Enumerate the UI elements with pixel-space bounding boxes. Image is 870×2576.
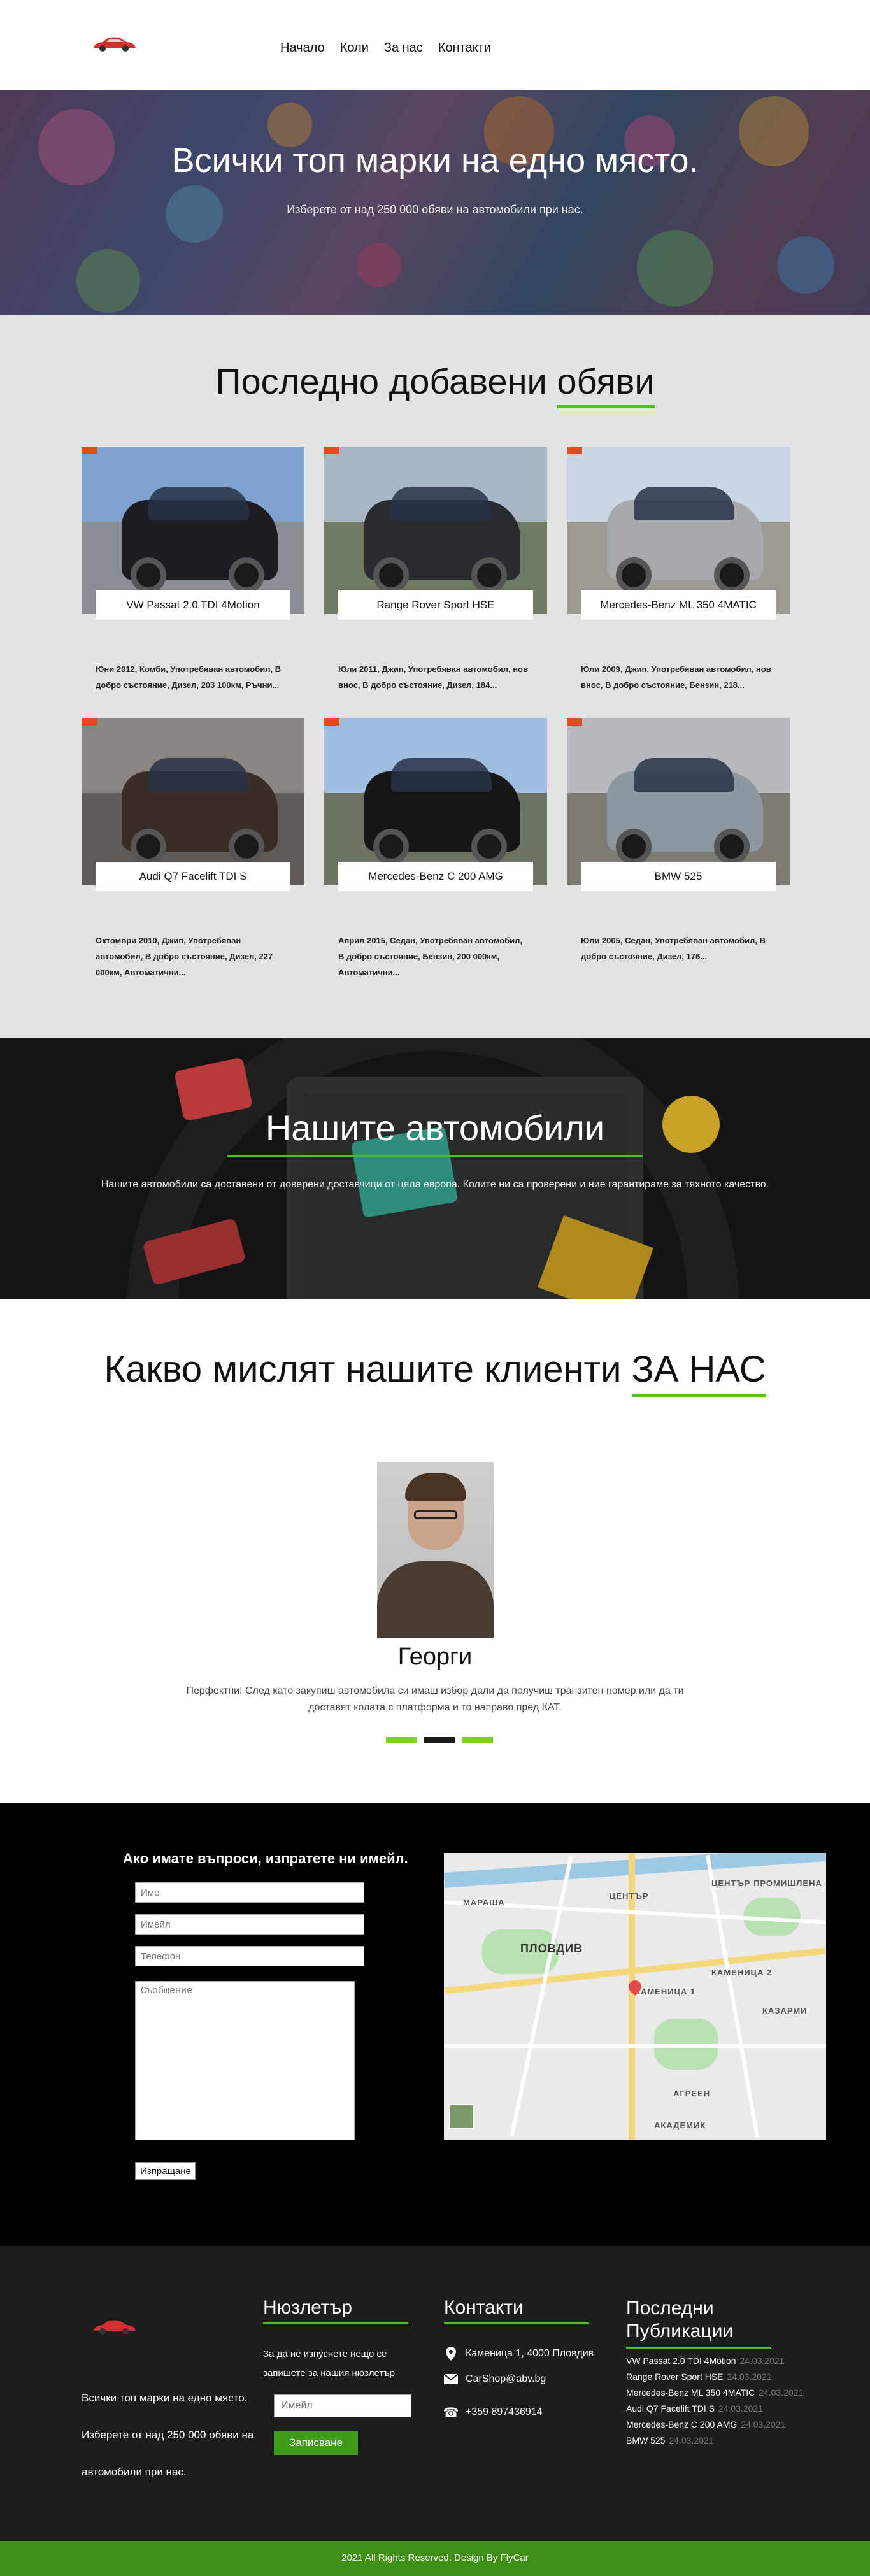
listing-card[interactable]: VW Passat 2.0 TDI 4Motion Юни 2012, Комб… [82,447,304,697]
envelope-icon [444,2372,458,2386]
publication-date: 24.03.2021 [741,2419,786,2429]
publication-item[interactable]: Mercedes-Benz C 200 AMG 24.03.2021 [626,2417,811,2433]
footer-about-text: Всички топ марки на едно място. Изберете… [82,2392,254,2478]
contact-section: Ако имате въпроси, изпратете ни имейл. И… [0,1803,870,2246]
testimonials-title: Какво мислят нашите клиенти ЗА НАС [104,1349,766,1397]
phone-icon: ☎ [443,2405,459,2420]
listing-description: Юли 2011, Джип, Употребяван автомобил, н… [338,664,528,690]
hero-banner: Всички топ марки на едно място. Изберете… [0,90,870,315]
site-header: Начало Коли За нас Контакти [0,0,870,90]
listing-description: Юли 2009, Джип, Употребяван автомобил, н… [581,664,771,690]
carousel-dot-1[interactable] [386,1737,417,1743]
car-logo-icon[interactable] [91,2318,137,2336]
listing-description: Април 2015, Седан, Употребяван автомобил… [338,936,523,977]
name-field[interactable] [135,1882,364,1903]
newsletter-text: За да не изпуснете нещо се запишете за н… [263,2349,395,2379]
publication-date: 24.03.2021 [669,2435,714,2445]
publication-item[interactable]: Audi Q7 Facelift TDI S 24.03.2021 [626,2401,811,2417]
hero-subtitle: Изберете от над 250 000 обяви на автомоб… [287,203,583,216]
listing-card[interactable]: Mercedes-Benz ML 350 4MATIC Юли 2009, Дж… [567,447,790,697]
listing-title[interactable]: VW Passat 2.0 TDI 4Motion [96,590,290,620]
listing-card[interactable]: Audi Q7 Facelift TDI S Октомври 2010, Дж… [82,718,304,977]
main-nav: Начало Коли За нас Контакти [280,41,491,55]
newsletter-title: Нюзлетър [263,2297,408,2324]
listing-description: Октомври 2010, Джип, Употребяван автомоб… [96,936,273,977]
listing-photo[interactable] [82,718,304,885]
listing-description: Юли 2005, Седан, Употребяван автомобил, … [581,936,766,961]
carousel-dots [386,1737,493,1743]
listing-card[interactable]: BMW 525 Юли 2005, Седан, Употребяван авт… [567,718,790,968]
footer-phone[interactable]: +359 897436914 [466,2407,543,2418]
location-map[interactable]: МАРАША ЦЕНТЪР ПЛОВДИВ КАМЕНИЦА 1 КАМЕНИЦ… [444,1853,826,2140]
customer-quote: Перфектни! След като закупиш автомобила … [186,1685,684,1713]
listing-photo[interactable] [567,718,790,885]
listing-badge [324,447,339,454]
listing-badge [82,447,97,454]
our-cars-text: Нашите автомобили са доставени от довере… [101,1179,769,1190]
nav-link-about[interactable]: За нас [384,41,423,55]
hero-title: Всички топ марки на едно място. [171,141,699,180]
listing-badge [324,718,339,726]
customer-name: Георги [397,1643,473,1670]
map-satellite-toggle[interactable] [449,2104,474,2129]
publication-date: 24.03.2021 [718,2403,763,2414]
our-cars-banner: Нашите автомобили Нашите автомобили са д… [0,1038,870,1299]
listing-photo[interactable] [82,447,304,614]
testimonials-section: Какво мислят нашите клиенти ЗА НАС Георг… [0,1299,870,1803]
footer-email[interactable]: CarShop@abv.bg [466,2373,546,2385]
carousel-dot-2[interactable] [424,1737,455,1743]
phone-field[interactable] [135,1946,364,1966]
carousel-dot-3[interactable] [462,1737,493,1743]
contacts-title: Контакти [444,2297,589,2324]
publication-date: 24.03.2021 [727,2372,772,2382]
nav-link-contacts[interactable]: Контакти [438,41,491,55]
publications-list: VW Passat 2.0 TDI 4Motion 24.03.2021 Rang… [626,2353,811,2449]
contact-heading: Ако имате въпроси, изпратете ни имейл. [123,1850,408,1866]
site-footer: Всички топ марки на едно място. Изберете… [0,2246,870,2541]
car-logo-icon[interactable] [91,35,137,53]
listing-badge [567,718,582,726]
publication-date: 24.03.2021 [759,2387,804,2398]
our-cars-title: Нашите автомобили [227,1107,643,1157]
message-field[interactable] [135,1981,355,2140]
newsletter-subscribe-button[interactable]: Записване [274,2431,358,2455]
listing-title[interactable]: Mercedes-Benz C 200 AMG [338,862,533,891]
publication-date: 24.03.2021 [739,2356,785,2366]
nav-link-cars[interactable]: Коли [340,41,369,55]
customer-photo [377,1462,494,1638]
listing-badge [82,718,97,726]
publication-item[interactable]: Range Rover Sport HSE 24.03.2021 [626,2369,811,2385]
listing-photo[interactable] [324,718,547,885]
listing-title[interactable]: Mercedes-Benz ML 350 4MATIC [581,590,776,620]
listing-cards-grid: VW Passat 2.0 TDI 4Motion Юни 2012, Комб… [82,447,790,977]
publication-item[interactable]: VW Passat 2.0 TDI 4Motion 24.03.2021 [626,2353,811,2369]
email-field[interactable] [135,1914,364,1935]
listing-title[interactable]: Range Rover Sport HSE [338,590,533,620]
publication-item[interactable]: Mercedes-Benz ML 350 4MATIC 24.03.2021 [626,2385,811,2401]
copyright-bar: 2021 All Rights Reserved. Design By FlyC… [0,2541,870,2576]
submit-button[interactable]: Изпращане [135,2162,196,2180]
nav-link-home[interactable]: Начало [280,41,325,55]
publications-title: Последни Публикации [626,2297,792,2349]
listing-card[interactable]: Range Rover Sport HSE Юли 2011, Джип, Уп… [324,447,547,697]
newsletter-email-input[interactable] [274,2394,411,2417]
latest-listings-title: Последно добавени обяви [215,361,655,408]
listing-photo[interactable] [567,447,790,614]
listing-description: Юни 2012, Комби, Употребяван автомобил, … [96,664,282,690]
publication-item[interactable]: BMW 525 24.03.2021 [626,2433,811,2449]
listing-title[interactable]: Audi Q7 Facelift TDI S [96,862,290,891]
listing-title[interactable]: BMW 525 [581,862,776,891]
footer-address: Каменица 1, 4000 Пловдив [466,2348,594,2359]
listing-card[interactable]: Mercedes-Benz C 200 AMG Април 2015, Седа… [324,718,547,977]
latest-listings-section: Последно добавени обяви VW Passat 2.0 TD… [0,315,870,1038]
listing-photo[interactable] [324,447,547,614]
listing-badge [567,447,582,454]
location-pin-icon [444,2347,458,2361]
